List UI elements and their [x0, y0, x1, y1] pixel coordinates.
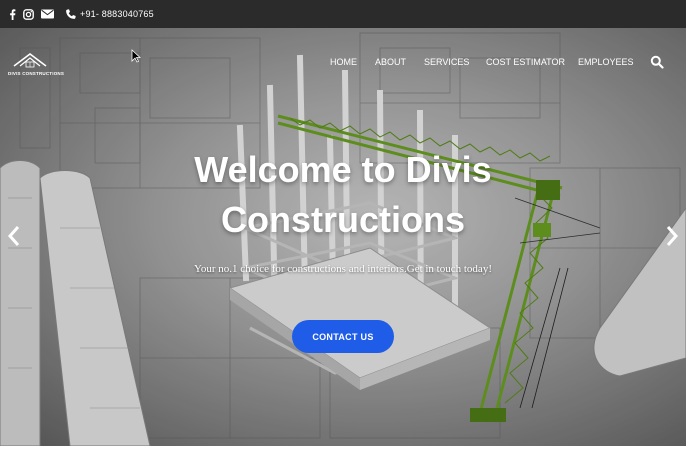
top-bar: +91- 8883040765	[0, 0, 686, 28]
hero-banner: DIVIS CONSTRUCTIONS HOME ABOUT SERVICES …	[0, 28, 686, 446]
nav-employees[interactable]: EMPLOYEES	[578, 57, 634, 67]
page-bottom-strip	[0, 446, 686, 461]
logo-text: DIVIS CONSTRUCTIONS	[8, 71, 65, 76]
mail-icon[interactable]	[41, 0, 54, 28]
contact-us-button[interactable]: CONTACT US	[292, 320, 394, 353]
phone-number[interactable]: +91- 8883040765	[80, 9, 154, 19]
hero-title-line-2: Constructions	[220, 199, 465, 240]
nav-about[interactable]: ABOUT	[375, 57, 406, 67]
nav-services[interactable]: SERVICES	[424, 57, 469, 67]
instagram-icon[interactable]	[23, 0, 34, 28]
chevron-left-icon[interactable]	[6, 224, 22, 248]
search-icon[interactable]	[650, 55, 664, 69]
phone-icon	[65, 0, 76, 28]
facebook-icon[interactable]	[9, 0, 16, 28]
hero-title-line-1: Welcome to Divis	[194, 149, 492, 190]
hero-subtitle: Your no.1 choice for constructions and i…	[194, 263, 492, 275]
nav-cost-estimator[interactable]: COST ESTIMATOR	[486, 57, 565, 67]
mouse-cursor-icon	[131, 49, 141, 63]
main-nav: HOME ABOUT SERVICES COST ESTIMATOR EMPLO…	[0, 57, 686, 69]
nav-home[interactable]: HOME	[330, 57, 357, 67]
chevron-right-icon[interactable]	[664, 224, 680, 248]
